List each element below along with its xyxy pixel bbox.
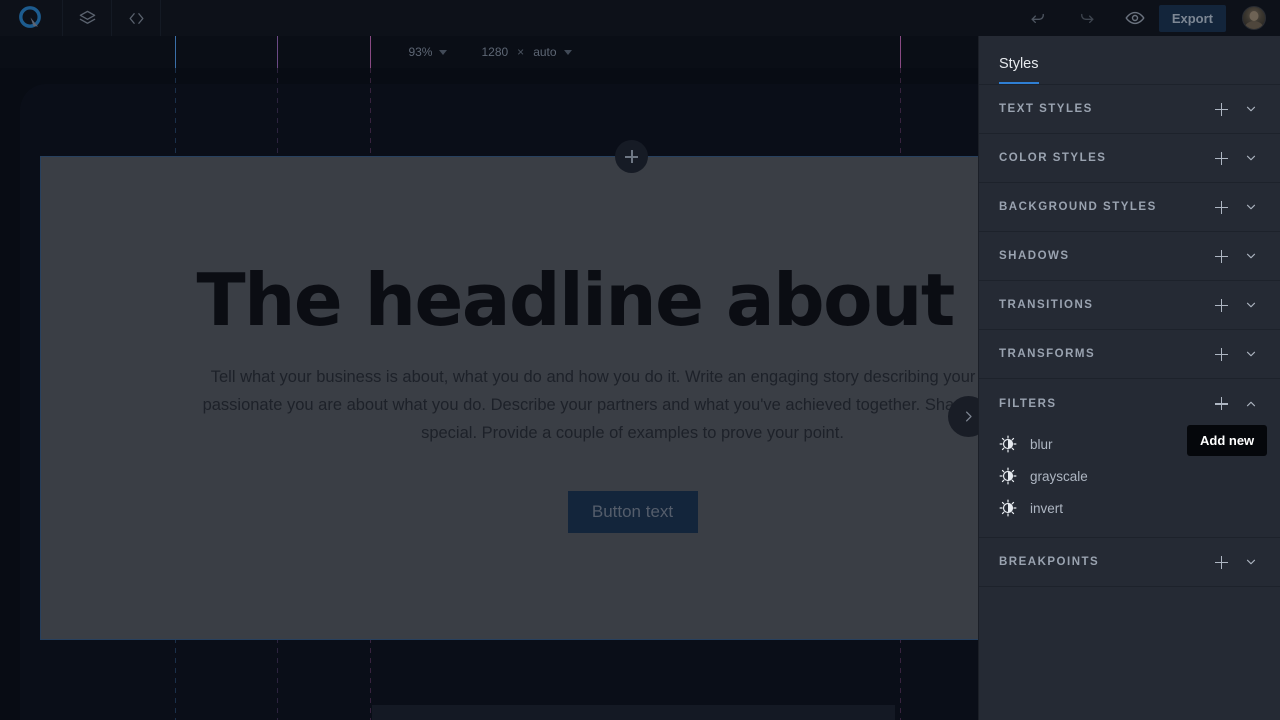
toggle-transforms-button[interactable] xyxy=(1236,339,1266,369)
chevron-down-icon xyxy=(1246,204,1256,210)
filter-name: invert xyxy=(1030,500,1064,516)
toolbar-left-group xyxy=(0,0,161,36)
add-color-style-button[interactable] xyxy=(1206,143,1236,173)
tab-styles[interactable]: Styles xyxy=(999,56,1039,84)
chevron-down-icon xyxy=(1246,155,1256,161)
section-label: TRANSFORMS xyxy=(999,348,1096,360)
undo-button[interactable] xyxy=(1015,0,1063,36)
canvas-height-select[interactable]: auto xyxy=(533,45,572,59)
add-transition-button[interactable] xyxy=(1206,290,1236,320)
preview-button[interactable] xyxy=(1111,0,1159,36)
add-text-style-button[interactable] xyxy=(1206,94,1236,124)
chevron-right-icon xyxy=(966,411,972,422)
chevron-down-icon xyxy=(563,49,572,55)
plus-icon xyxy=(1214,151,1228,165)
toggle-text-styles-button[interactable] xyxy=(1236,94,1266,124)
brightness-contrast-icon xyxy=(999,435,1017,453)
styles-panel: Styles TEXT STYLES COLOR STYLES BACKGROU… xyxy=(978,36,1280,720)
add-shadow-button[interactable] xyxy=(1206,241,1236,271)
plus-icon xyxy=(1214,347,1228,361)
toggle-filters-button[interactable] xyxy=(1236,389,1266,419)
filter-item[interactable]: grayscale xyxy=(979,460,1280,492)
toggle-shadows-button[interactable] xyxy=(1236,241,1266,271)
canvas-width-value: 1280 xyxy=(481,45,509,59)
hero-headline: The headline about us xyxy=(196,258,1070,343)
section-label: COLOR STYLES xyxy=(999,152,1107,164)
canvas-zoom-controls: 93% 1280 × auto xyxy=(0,36,980,68)
layers-button[interactable] xyxy=(63,0,111,36)
plus-icon xyxy=(1214,397,1228,410)
export-button[interactable]: Export xyxy=(1158,4,1226,32)
toolbar-divider xyxy=(160,0,161,36)
chevron-down-icon xyxy=(1246,351,1256,357)
panel-body: TEXT STYLES COLOR STYLES BACKGROUND STYL… xyxy=(979,85,1280,720)
canvas-height-value: auto xyxy=(533,45,557,59)
filter-item[interactable]: invert xyxy=(979,492,1280,524)
quant-ui-logo-icon xyxy=(19,6,41,28)
next-section-peek[interactable] xyxy=(372,705,895,720)
plus-icon xyxy=(625,150,638,163)
add-background-style-button[interactable] xyxy=(1206,192,1236,222)
plus-icon xyxy=(1214,298,1228,312)
plus-icon xyxy=(1214,555,1228,569)
filter-name: blur xyxy=(1030,436,1053,452)
redo-icon xyxy=(1081,13,1094,23)
section-label: TEXT STYLES xyxy=(999,103,1093,115)
chevron-down-icon xyxy=(1246,253,1256,259)
section-label: FILTERS xyxy=(999,397,1057,410)
section-shadows[interactable]: SHADOWS xyxy=(979,232,1280,281)
preview-eye-icon xyxy=(1125,11,1145,25)
add-breakpoint-button[interactable] xyxy=(1206,547,1236,577)
zoom-level-select[interactable]: 93% xyxy=(408,45,448,59)
section-background-styles[interactable]: BACKGROUND STYLES xyxy=(979,183,1280,232)
toggle-color-styles-button[interactable] xyxy=(1236,143,1266,173)
section-label: BREAKPOINTS xyxy=(999,556,1100,568)
add-new-tooltip: Add new xyxy=(1187,425,1268,456)
top-toolbar: Export xyxy=(0,0,1280,36)
chevron-down-icon xyxy=(439,49,448,55)
section-breakpoints[interactable]: BREAKPOINTS xyxy=(979,538,1280,587)
filter-name: grayscale xyxy=(1030,468,1088,484)
section-transitions[interactable]: TRANSITIONS xyxy=(979,281,1280,330)
section-color-styles[interactable]: COLOR STYLES xyxy=(979,134,1280,183)
section-label: SHADOWS xyxy=(999,250,1070,262)
section-label: TRANSITIONS xyxy=(999,299,1094,311)
panel-tab-bar: Styles xyxy=(979,36,1280,85)
plus-icon xyxy=(1214,249,1228,263)
zoom-level-value: 93% xyxy=(408,45,433,59)
layers-icon xyxy=(79,10,95,24)
dimension-separator: × xyxy=(517,45,525,59)
canvas-width-field[interactable]: 1280 xyxy=(481,45,508,59)
redo-button[interactable] xyxy=(1063,0,1111,36)
toolbar-right-group: Export xyxy=(1015,0,1280,36)
section-filters[interactable]: FILTERS xyxy=(979,379,1280,428)
section-filters-group: FILTERS blur grayscale invert xyxy=(979,379,1280,538)
add-filter-button[interactable] xyxy=(1206,389,1236,419)
add-section-button[interactable] xyxy=(615,140,648,173)
chevron-up-icon xyxy=(1246,401,1256,406)
app-logo-button[interactable] xyxy=(0,0,62,36)
add-transform-button[interactable] xyxy=(1206,339,1236,369)
app-root: 93% 1280 × auto The headline about us Te… xyxy=(0,0,1280,720)
chevron-down-icon xyxy=(1246,302,1256,308)
brightness-contrast-icon xyxy=(999,467,1017,485)
toggle-background-styles-button[interactable] xyxy=(1236,192,1266,222)
section-label: BACKGROUND STYLES xyxy=(999,201,1157,213)
chevron-down-icon xyxy=(1246,559,1256,565)
plus-icon xyxy=(1214,102,1228,116)
brightness-contrast-icon xyxy=(999,499,1017,517)
toggle-transitions-button[interactable] xyxy=(1236,290,1266,320)
chevron-down-icon xyxy=(1246,106,1256,112)
user-avatar[interactable] xyxy=(1242,6,1266,30)
undo-icon xyxy=(1031,13,1045,23)
section-text-styles[interactable]: TEXT STYLES xyxy=(979,85,1280,134)
section-transforms[interactable]: TRANSFORMS xyxy=(979,330,1280,379)
toggle-breakpoints-button[interactable] xyxy=(1236,547,1266,577)
hero-paragraph: Tell what your business is about, what y… xyxy=(202,367,1063,442)
code-button[interactable] xyxy=(112,0,160,36)
plus-icon xyxy=(1214,200,1228,214)
code-icon xyxy=(128,12,144,24)
hero-cta-button[interactable]: Button text xyxy=(567,490,698,533)
